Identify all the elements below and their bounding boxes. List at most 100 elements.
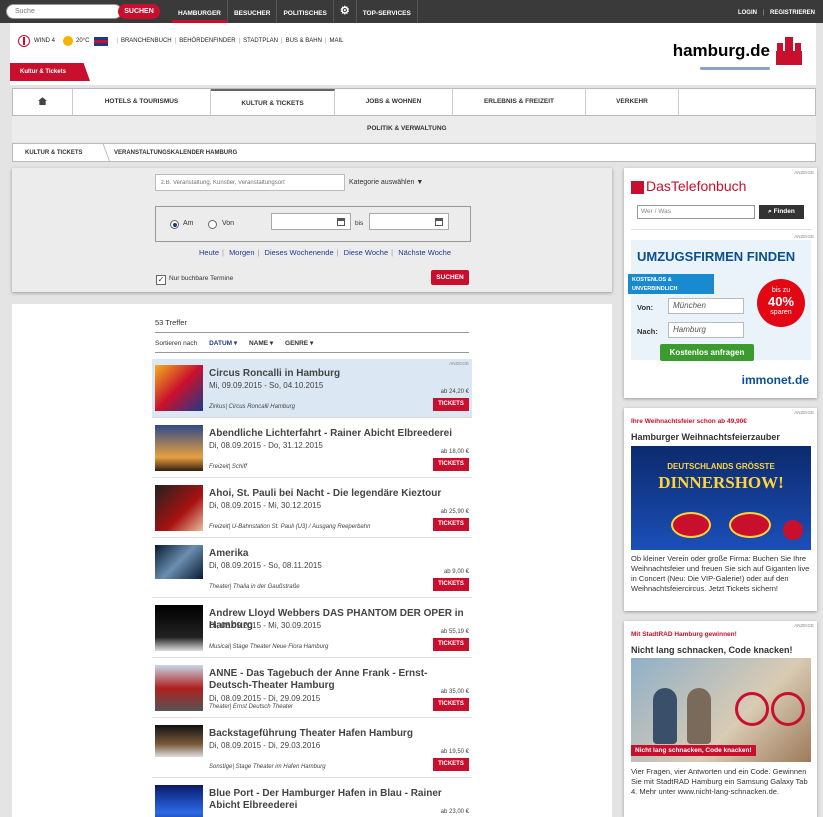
category-dropdown[interactable]: Kategorie auswählen ▼ [349,179,423,186]
list-item[interactable]: Blue Port - Der Hamburger Hafen in Blau … [152,779,472,817]
quick-morgen[interactable]: Morgen [229,248,254,257]
event-title[interactable]: Backstageführung Theater Hafen Hamburg [209,728,469,740]
list-item[interactable]: Ahoi, St. Pauli bei Nacht - Die legendär… [152,479,472,538]
logo-swoosh [700,67,770,70]
event-date: Di, 08.09.2015 - Do, 31.12.2015 [209,441,323,450]
bike-wheel [771,692,805,726]
ad-stadtrad[interactable]: ANZEIGE Mit StadtRAD Hamburg gewinnen! N… [624,621,817,817]
nav-politik-verwaltung[interactable]: POLITIK & VERWALTUNG [367,116,447,142]
ad-title[interactable]: Hamburger Weihnachtsfeierzauber [631,432,780,442]
von-input[interactable]: München [668,298,744,314]
phonebook-icon [631,180,644,194]
sort-datum[interactable]: DATUM ▾ [209,340,237,347]
sort-genre[interactable]: GENRE ▾ [285,340,313,347]
tickets-button[interactable]: TICKETS [433,758,469,771]
breadcrumb-item-kultur[interactable]: KULTUR & TICKETS [25,144,83,162]
ad-title[interactable]: Nicht lang schnacken, Code knacken! [631,645,793,655]
sort-name[interactable]: NAME ▾ [249,340,273,347]
event-price: ab 55,19 € [440,629,469,635]
event-price: ab 25,90 € [440,509,469,515]
topnav-besucher[interactable]: BESUCHER [228,0,278,23]
nav-jobs-wohnen[interactable]: JOBS & WOHNEN [335,89,453,115]
gear-icon[interactable]: ⚙ [334,0,357,23]
list-item[interactable]: Amerika Di, 08.09.2015 - So, 08.11.2015 … [152,539,472,598]
tickets-button[interactable]: TICKETS [433,398,469,411]
event-thumbnail[interactable] [155,485,203,531]
bookable-checkbox[interactable]: ✓ [156,275,166,285]
kostenlos-badge: KOSTENLOS & UNVERBINDLICH [628,274,714,294]
tickets-button[interactable]: TICKETS [433,458,469,471]
link-branchenbuch[interactable]: BRANCHENBUCH [121,38,172,44]
hamburg-logo[interactable]: hamburg.de [673,37,802,65]
date-from-input[interactable] [271,213,351,230]
event-price: ab 35,00 € [440,689,469,695]
event-title[interactable]: ANNE - Das Tagebuch der Anne Frank - Ern… [209,668,469,692]
person-figure [687,688,711,744]
nav-erlebnis-freizeit[interactable]: ERLEBNIS & FREIZEIT [453,89,586,115]
event-title[interactable]: Abendliche Lichterfahrt - Rainer Abicht … [209,428,469,440]
ad-weihnachtsfeier[interactable]: ANZEIGE Ihre Weihnachtsfeier schon ab 49… [624,408,817,611]
immonet-logo[interactable]: immonet.de [742,373,809,387]
login-link[interactable]: LOGIN [738,10,757,16]
nav-kultur-tickets[interactable]: KULTUR & TICKETS [211,89,335,115]
filter-search-button[interactable]: SUCHEN [431,270,469,285]
radio-am[interactable] [170,220,179,229]
radio-von[interactable] [208,220,217,229]
topnav-top-services[interactable]: TOP-SERVICES [357,0,418,23]
uk-flag-icon[interactable] [94,36,109,46]
nav-verkehr[interactable]: VERKEHR [586,89,679,115]
wer-was-input[interactable]: Wer / Was [637,205,755,219]
topnav-hamburger[interactable]: HAMBURGER [172,0,228,23]
date-to-input[interactable] [369,213,449,230]
link-behoerdenfinder[interactable]: BEHÖRDENFINDER [179,38,235,44]
event-thumbnail[interactable] [155,545,203,579]
tickets-button[interactable]: TICKETS [433,578,469,591]
nav-hotels-tourismus[interactable]: HOTELS & TOURISMUS [73,89,211,115]
list-item[interactable]: Andrew Lloyd Webbers DAS PHANTOM DER OPE… [152,599,472,658]
topnav-politisches[interactable]: POLITISCHES [277,0,334,23]
calendar-icon[interactable] [337,218,345,226]
event-title[interactable]: Blue Port - Der Hamburger Hafen in Blau … [209,788,469,812]
link-bus-bahn[interactable]: BUS & BAHN [286,38,322,44]
list-item[interactable]: ANNE - Das Tagebuch der Anne Frank - Ern… [152,659,472,718]
event-thumbnail[interactable] [155,365,203,411]
event-date: Mi, 09.09.2015 - So, 04.10.2015 [209,381,324,390]
link-stadtplan[interactable]: STADTPLAN [243,38,278,44]
event-title[interactable]: Ahoi, St. Pauli bei Nacht - Die legendär… [209,488,469,500]
quick-heute[interactable]: Heute [199,248,219,257]
list-item[interactable]: ANZEIGE Circus Roncalli in Hamburg Mi, 0… [152,359,472,418]
nav-home[interactable] [13,89,73,115]
list-item[interactable]: Abendliche Lichterfahrt - Rainer Abicht … [152,419,472,478]
event-thumbnail[interactable] [155,605,203,651]
nach-input[interactable]: Hamburg [668,322,744,338]
header: WIND 4 20°C | BRANCHENBUCH | BEHÖRDENFIND… [10,23,816,85]
link-mail[interactable]: MAIL [329,38,343,44]
dinnershow-banner[interactable]: DEUTSCHLANDS GRÖSSTE DINNERSHOW! [631,446,811,550]
anfragen-button[interactable]: Kostenlos anfragen [660,344,754,361]
event-thumbnail[interactable] [155,725,203,757]
calendar-icon[interactable] [435,218,443,226]
quick-diese-woche[interactable]: Diese Woche [344,248,388,257]
telefonbuch-logo[interactable]: DasTelefonbuch [631,178,746,194]
list-item[interactable]: Backstageführung Theater Hafen Hamburg D… [152,719,472,778]
tickets-button[interactable]: TICKETS [433,518,469,531]
ad-telefonbuch-immonet[interactable]: ANZEIGE DasTelefonbuch Wer / Was ⌕ Finde… [624,168,817,398]
temperature: 20°C [76,38,90,44]
tickets-button[interactable]: TICKETS [433,638,469,651]
section-tab[interactable]: Kultur & Tickets [10,63,90,81]
event-date: Di, 08.09.2015 - Mi, 30.12.2015 [209,501,322,510]
event-thumbnail[interactable] [155,785,203,817]
search-button[interactable]: SUCHEN [118,4,160,19]
quick-naechste-woche[interactable]: Nächste Woche [398,248,451,257]
quick-wochenende[interactable]: Dieses Wochenende [265,248,334,257]
event-thumbnail[interactable] [155,665,203,711]
event-title[interactable]: Circus Roncalli in Hamburg [209,368,469,380]
search-input[interactable] [6,4,122,19]
event-search-input[interactable] [155,174,345,191]
event-thumbnail[interactable] [155,425,203,471]
tickets-button[interactable]: TICKETS [433,698,469,711]
register-link[interactable]: REGISTRIEREN [770,10,815,16]
stadtrad-image[interactable]: Nicht lang schnacken, Code knacken! [631,658,811,762]
event-title[interactable]: Amerika [209,548,469,560]
finden-button[interactable]: ⌕ Finden [759,205,804,219]
